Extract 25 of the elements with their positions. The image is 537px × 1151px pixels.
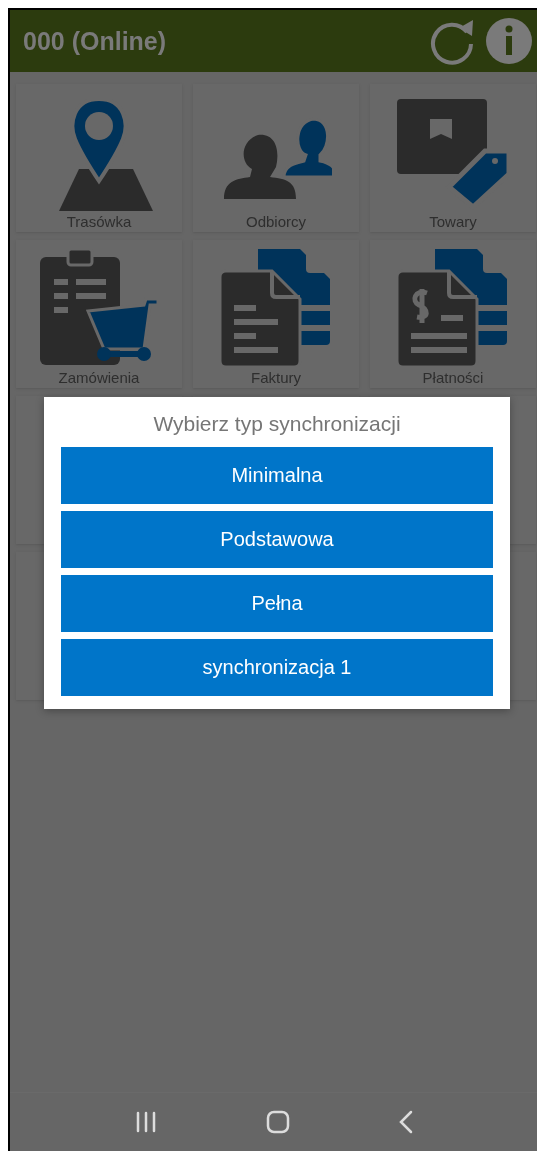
info-icon[interactable]	[485, 17, 533, 65]
home-icon[interactable]	[265, 1110, 290, 1134]
tile-label: Zamówienia	[58, 369, 140, 386]
tile-label: Towary	[429, 213, 477, 230]
menu-tile[interactable]: Odbiorcy	[193, 84, 359, 232]
tile-label: Płatności	[422, 369, 484, 386]
header-title: 000 (Online)	[23, 26, 168, 56]
recent-apps-icon[interactable]	[134, 1111, 157, 1133]
tile-label: Trasówka	[66, 213, 132, 230]
invoice-with-dollar-icon	[397, 249, 509, 367]
tile-label: Odbiorcy	[246, 213, 306, 230]
dialog-title: Wybierz typ synchronizacji	[152, 411, 402, 437]
sync-option-button[interactable]: Podstawowa	[61, 511, 493, 568]
documents-icon	[220, 249, 332, 367]
menu-tile[interactable]: Trasówka	[16, 84, 182, 232]
menu-tile[interactable]: Towary	[370, 84, 536, 232]
menu-tile[interactable]: Zamówienia	[16, 240, 182, 388]
tile-label: Faktury	[251, 369, 301, 386]
sync-option-button[interactable]: Pełna	[61, 575, 493, 632]
menu-tile[interactable]: Faktury	[193, 240, 359, 388]
back-icon[interactable]	[398, 1110, 413, 1134]
sync-option-button[interactable]: Minimalna	[61, 447, 493, 504]
clipboard-with-cart-icon	[40, 249, 158, 367]
menu-tile[interactable]: Płatności	[370, 240, 536, 388]
sync-option-button[interactable]: synchronizacja 1	[61, 639, 493, 696]
